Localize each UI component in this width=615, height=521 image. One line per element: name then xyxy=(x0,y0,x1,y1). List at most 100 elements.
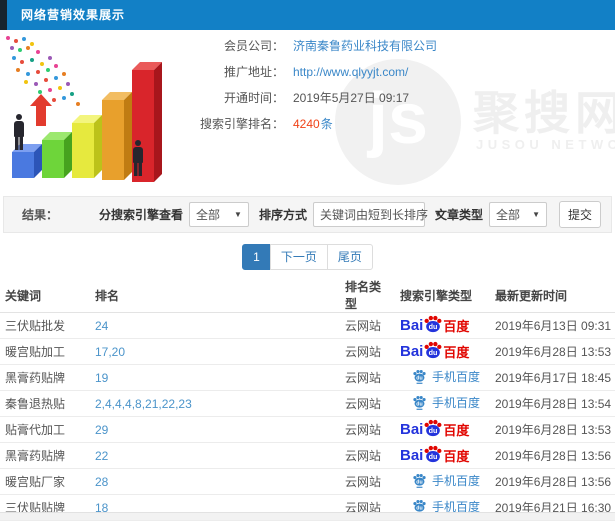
rank-type-cell: 云网站 xyxy=(340,443,395,469)
svg-text:du: du xyxy=(429,348,438,357)
bar-green xyxy=(42,140,64,178)
updated-cell: 2019年6月28日 13:53 xyxy=(490,339,615,365)
baidu-logo-icon: Bai du 百度 xyxy=(400,446,469,465)
mobile-baidu-icon: du 手机百度 xyxy=(412,368,480,385)
table-row: 黑膏药贴牌 22 云网站 Bai du 百度 xyxy=(0,443,615,469)
page-1-button[interactable]: 1 xyxy=(242,244,271,270)
keyword-cell: 黑膏药贴牌 xyxy=(0,443,90,469)
baidu-logo-icon: Bai du 百度 xyxy=(400,342,469,361)
businessman-right xyxy=(130,140,146,176)
engine-rank-label: 搜索引擎排名： xyxy=(186,115,284,132)
table-row: 秦鲁退热贴 2,4,4,4,8,21,22,23 云网站 Bai du 百度 xyxy=(0,391,615,417)
submit-button[interactable]: 提交 xyxy=(559,201,601,228)
promo-url-label: 推广地址： xyxy=(186,63,284,80)
sort-select[interactable]: 关键词由短到长排序 ▼ xyxy=(313,202,425,227)
engine-rank-row: 搜索引擎排名： 4240条 xyxy=(186,115,437,132)
rank-type-cell: 云网站 xyxy=(340,469,395,495)
bar-orange xyxy=(102,100,124,180)
rank-link[interactable]: 24 xyxy=(95,319,108,333)
baidu-logo-icon: Bai du 百度 xyxy=(400,420,469,439)
article-type-select[interactable]: 全部 ▼ xyxy=(489,202,547,227)
keyword-cell: 贴膏代加工 xyxy=(0,417,90,443)
next-page-button[interactable]: 下一页 xyxy=(270,244,328,270)
results-table: 关键词 排名 排名类型 搜索引擎类型 最新更新时间 三伏贴批发 24 云网站 B… xyxy=(0,278,615,521)
result-label: 结果： xyxy=(22,206,58,223)
keyword-cell: 黑膏药贴牌 xyxy=(0,365,90,391)
up-arrow-icon xyxy=(36,106,46,126)
rank-cell: 28 xyxy=(90,469,340,495)
open-time-row: 开通时间： 2019年5月27日 09:17 xyxy=(186,89,437,106)
rank-link[interactable]: 29 xyxy=(95,423,108,437)
title-bar-left-edge xyxy=(0,0,7,30)
table-row: 暖宫贴加工 17,20 云网站 Bai du 百度 xyxy=(0,339,615,365)
mobile-baidu-icon: du 手机百度 xyxy=(412,472,480,489)
header-updated: 最新更新时间 xyxy=(490,278,615,313)
sort-label: 排序方式 xyxy=(259,206,307,223)
promo-url-row: 推广地址： http://www.qlyyjt.com/ xyxy=(186,63,437,80)
article-type-label: 文章类型 xyxy=(435,206,483,223)
updated-cell: 2019年6月28日 13:56 xyxy=(490,469,615,495)
rank-link[interactable]: 17,20 xyxy=(95,345,125,359)
table-row: 贴膏代加工 29 云网站 Bai du 百度 xyxy=(0,417,615,443)
engine-rank-unit: 条 xyxy=(321,117,333,131)
member-info-section: js 聚搜网 JUSOU NETWORK 会员公司： 济南秦鲁药业科技有限公司 … xyxy=(0,30,615,193)
rank-link[interactable]: 2,4,4,4,8,21,22,23 xyxy=(95,397,192,411)
keyword-cell: 三伏贴批发 xyxy=(0,313,90,339)
keyword-cell: 暖宫贴厂家 xyxy=(0,469,90,495)
confetti-decoration xyxy=(6,36,10,40)
rank-cell: 24 xyxy=(90,313,340,339)
member-company-link[interactable]: 济南秦鲁药业科技有限公司 xyxy=(293,37,437,54)
promo-url-link[interactable]: http://www.qlyyjt.com/ xyxy=(293,65,408,79)
updated-cell: 2019年6月28日 13:56 xyxy=(490,443,615,469)
table-row: 三伏贴批发 24 云网站 Bai du 百度 xyxy=(0,313,615,339)
mobile-baidu-icon: du 手机百度 xyxy=(412,394,480,411)
engine-type-cell: Bai du 百度 xyxy=(395,313,490,339)
open-time-label: 开通时间： xyxy=(186,89,284,106)
rank-cell: 2,4,4,4,8,21,22,23 xyxy=(90,391,340,417)
engine-type-cell: Bai du 百度 xyxy=(395,469,490,495)
member-info-lines: 会员公司： 济南秦鲁药业科技有限公司 推广地址： http://www.qlyy… xyxy=(186,37,437,141)
keyword-cell: 秦鲁退热贴 xyxy=(0,391,90,417)
pagination: 1 下一页 尾页 xyxy=(0,244,615,270)
rank-cell: 19 xyxy=(90,365,340,391)
rank-link[interactable]: 28 xyxy=(95,475,108,489)
svg-text:du: du xyxy=(416,505,422,511)
engine-type-cell: Bai du 百度 xyxy=(395,339,490,365)
table-header-row: 关键词 排名 排名类型 搜索引擎类型 最新更新时间 xyxy=(0,278,615,313)
svg-text:du: du xyxy=(416,401,422,407)
header-keyword: 关键词 xyxy=(0,278,90,313)
last-page-button[interactable]: 尾页 xyxy=(327,244,373,270)
svg-text:du: du xyxy=(429,452,438,461)
title-bar: 网络营销效果展示 xyxy=(0,0,615,30)
filter-bar: 结果： 分搜索引擎查看 全部 ▼ 排序方式 关键词由短到长排序 ▼ 文章类型 全… xyxy=(3,196,612,233)
engine-type-cell: Bai du 百度 xyxy=(395,365,490,391)
keyword-cell: 暖宫贴加工 xyxy=(0,339,90,365)
rank-link[interactable]: 19 xyxy=(95,371,108,385)
rank-type-cell: 云网站 xyxy=(340,417,395,443)
chevron-down-icon: ▼ xyxy=(234,210,242,219)
open-time-value: 2019年5月27日 09:17 xyxy=(293,89,409,106)
updated-cell: 2019年6月28日 13:54 xyxy=(490,391,615,417)
watermark-brand: 聚搜网 xyxy=(473,77,615,143)
rank-link[interactable]: 22 xyxy=(95,449,108,463)
member-company-label: 会员公司： xyxy=(186,37,284,54)
engine-rank-count: 4240 xyxy=(293,117,320,131)
rank-cell: 29 xyxy=(90,417,340,443)
svg-text:du: du xyxy=(416,375,422,381)
member-company-row: 会员公司： 济南秦鲁药业科技有限公司 xyxy=(186,37,437,54)
footer-strip xyxy=(0,512,615,520)
svg-text:du: du xyxy=(429,426,438,435)
bar-blue xyxy=(12,152,34,178)
table-row: 黑膏药贴牌 19 云网站 Bai du 百度 xyxy=(0,365,615,391)
page-title: 网络营销效果展示 xyxy=(21,0,125,30)
marketing-illustration xyxy=(2,32,184,190)
chevron-down-icon: ▼ xyxy=(532,210,540,219)
rank-cell: 17,20 xyxy=(90,339,340,365)
rank-type-cell: 云网站 xyxy=(340,339,395,365)
engine-filter-label: 分搜索引擎查看 xyxy=(99,206,183,223)
rank-cell: 22 xyxy=(90,443,340,469)
rank-type-cell: 云网站 xyxy=(340,365,395,391)
engine-filter-select[interactable]: 全部 ▼ xyxy=(189,202,249,227)
engine-type-cell: Bai du 百度 xyxy=(395,391,490,417)
bar-yellow xyxy=(72,123,94,178)
